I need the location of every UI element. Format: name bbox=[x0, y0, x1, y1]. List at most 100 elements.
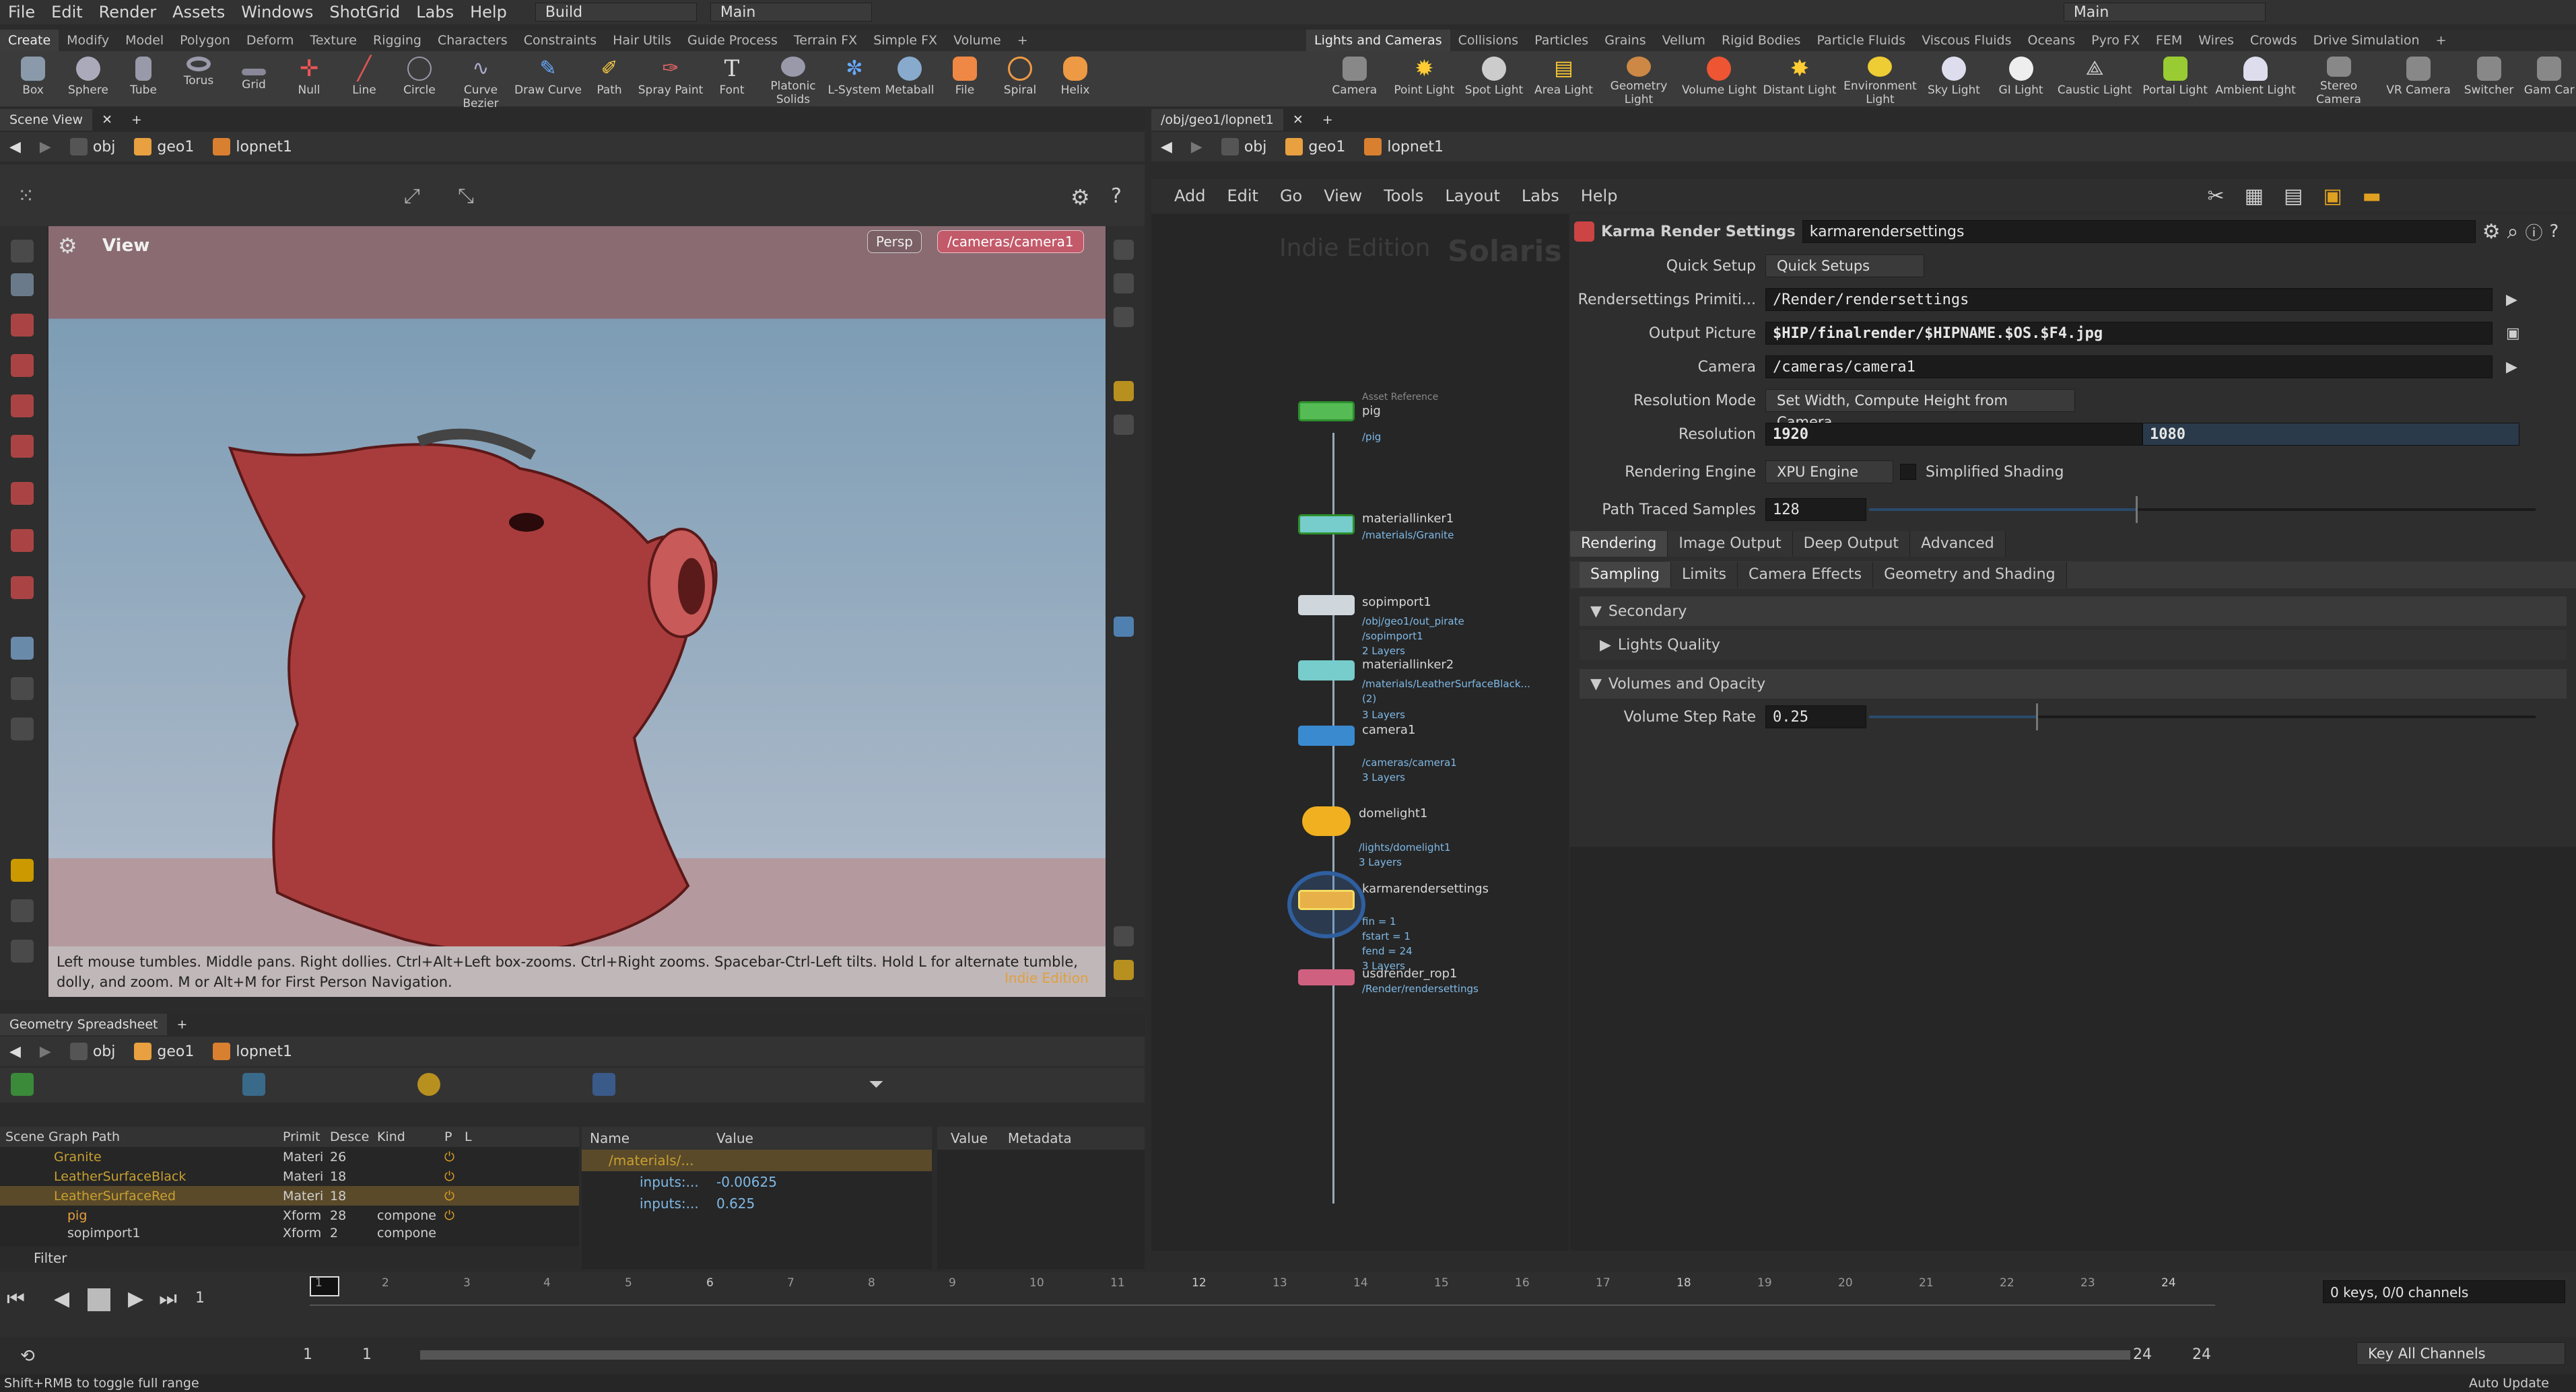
tab-network[interactable]: /obj/geo1/lopnet1 bbox=[1151, 109, 1283, 131]
rendering-engine-menu[interactable]: XPU Engine bbox=[1765, 460, 1893, 483]
sky-light-tool[interactable]: Sky Light bbox=[1920, 51, 1988, 106]
shelf-tab[interactable]: Terrain FX bbox=[786, 30, 865, 51]
range-end[interactable]: 24 bbox=[2133, 1346, 2152, 1363]
camera-menu[interactable]: /cameras/camera1 bbox=[937, 230, 1084, 253]
tab-scene-view[interactable]: Scene View bbox=[0, 109, 93, 131]
shelf-tab[interactable]: Oceans bbox=[2019, 30, 2083, 51]
shelf-tab[interactable]: Particles bbox=[1526, 30, 1596, 51]
table-row[interactable]: sopimport1 Xform 2 compone bbox=[0, 1225, 579, 1241]
folder-icon[interactable]: ▬ bbox=[2363, 184, 2381, 208]
context-selector[interactable]: Main bbox=[710, 3, 872, 22]
volume-step-rate-field[interactable]: 0.25 bbox=[1765, 705, 1866, 728]
metaball-tool[interactable]: Metaball bbox=[882, 51, 937, 106]
spot-light-tool[interactable]: Spot Light bbox=[1459, 51, 1529, 106]
network-canvas[interactable]: Indie Edition Solaris Asset Reference pi… bbox=[1151, 214, 1569, 1251]
circle-tool[interactable]: Circle bbox=[392, 51, 447, 106]
null-tool[interactable]: ✛ Null bbox=[281, 51, 337, 106]
shelf-tab[interactable]: Model bbox=[117, 30, 172, 51]
tab-deep-output[interactable]: Deep Output bbox=[1792, 531, 1911, 557]
tab-value[interactable]: Value bbox=[937, 1130, 988, 1146]
current-frame[interactable]: 1 bbox=[195, 1290, 205, 1307]
render-icon[interactable] bbox=[11, 859, 34, 882]
menu-labs[interactable]: Labs bbox=[408, 0, 462, 24]
auto-update-button[interactable]: Auto Update bbox=[2469, 1376, 2576, 1391]
path-traced-samples-slider[interactable] bbox=[1869, 496, 2536, 523]
add-tab-icon[interactable]: + bbox=[122, 109, 151, 131]
tab-sampling[interactable]: Sampling bbox=[1580, 562, 1671, 588]
range-end-2[interactable]: 24 bbox=[2192, 1346, 2211, 1363]
keys-channels-display[interactable]: 0 keys, 0/0 channels bbox=[2323, 1280, 2565, 1303]
font-tool[interactable]: T Font bbox=[704, 51, 759, 106]
shelf-tab[interactable]: Modify bbox=[59, 30, 117, 51]
col-header[interactable]: Kind bbox=[377, 1129, 444, 1144]
shelf-tab[interactable]: Hair Utils bbox=[605, 30, 679, 51]
close-icon[interactable]: ✕ bbox=[92, 109, 122, 131]
arrow-icon[interactable]: ▶ bbox=[2493, 291, 2517, 308]
power-icon[interactable]: ⏻ bbox=[444, 1169, 454, 1184]
col-header[interactable]: Name bbox=[582, 1130, 716, 1146]
list-view-icon[interactable] bbox=[592, 1073, 615, 1096]
shelf-tab[interactable]: Rigging bbox=[365, 30, 430, 51]
search-icon[interactable]: ⌕ bbox=[2507, 220, 2519, 244]
info-icon[interactable] bbox=[1114, 926, 1134, 946]
menu-windows[interactable]: Windows bbox=[233, 0, 321, 24]
path-tool[interactable]: ✐ Path bbox=[582, 51, 637, 106]
tab-advanced[interactable]: Advanced bbox=[1910, 531, 2006, 557]
stereo-camera-tool[interactable]: Stereo Camera bbox=[2296, 51, 2381, 106]
breadcrumb-geo1[interactable]: geo1 bbox=[125, 1043, 203, 1060]
tube-tool[interactable]: Tube bbox=[116, 51, 171, 106]
flipbook-icon[interactable] bbox=[11, 940, 34, 963]
add-tab-icon[interactable]: + bbox=[1313, 109, 1343, 131]
shelf-tab-create[interactable]: Create bbox=[0, 30, 59, 51]
shelf-tab[interactable]: Crowds bbox=[2242, 30, 2305, 51]
tab-limits[interactable]: Limits bbox=[1670, 562, 1738, 588]
menu-add[interactable]: Add bbox=[1151, 186, 1216, 205]
shelf-tab[interactable]: Texture bbox=[302, 30, 365, 51]
switcher-tool[interactable]: Switcher bbox=[2455, 51, 2523, 106]
headlight-icon[interactable] bbox=[1114, 381, 1134, 401]
breadcrumb-lopnet1[interactable]: lopnet1 bbox=[203, 1043, 302, 1060]
shelf-tab[interactable]: Deform bbox=[238, 30, 302, 51]
menu-shotgrid[interactable]: ShotGrid bbox=[321, 0, 408, 24]
camera-tool[interactable]: Camera bbox=[1320, 51, 1390, 106]
select-icon[interactable]: ⤢ bbox=[404, 184, 420, 208]
node-pig-box[interactable] bbox=[1298, 401, 1355, 421]
wrench-icon[interactable]: ✂ bbox=[2207, 184, 2224, 208]
node-domelight1-box[interactable] bbox=[1302, 806, 1351, 836]
play-icon[interactable]: ▶ bbox=[128, 1287, 143, 1311]
col-header[interactable]: Scene Graph Path bbox=[0, 1129, 283, 1144]
shadow-icon[interactable] bbox=[1114, 415, 1134, 435]
tab-rendering[interactable]: Rendering bbox=[1570, 531, 1668, 557]
lighting-icon[interactable] bbox=[1114, 273, 1134, 293]
shelf-tab[interactable]: Rigid Bodies bbox=[1714, 30, 1809, 51]
desktop-selector[interactable]: Build bbox=[535, 3, 697, 22]
shelf-tab[interactable]: Simple FX bbox=[865, 30, 945, 51]
power-icon[interactable]: ⏻ bbox=[444, 1208, 454, 1223]
tab-geometry-spreadsheet[interactable]: Geometry Spreadsheet bbox=[0, 1014, 168, 1035]
lock-camera-icon[interactable] bbox=[1114, 307, 1134, 327]
output-picture-field[interactable]: $HIP/finalrender/$HIPNAME.$OS.$F4.jpg bbox=[1765, 322, 2493, 345]
table-row[interactable]: /materials/... bbox=[582, 1150, 932, 1171]
layout-icon[interactable] bbox=[1114, 960, 1134, 980]
breadcrumb-lopnet1[interactable]: lopnet1 bbox=[1355, 138, 1453, 155]
node-pig[interactable]: Asset Reference pig /pig bbox=[1298, 392, 1438, 443]
lock-icon[interactable] bbox=[11, 273, 34, 296]
back-arrow-icon[interactable]: ◀ bbox=[0, 1043, 30, 1060]
torus-tool[interactable]: Torus bbox=[171, 51, 226, 106]
menu-render[interactable]: Render bbox=[91, 0, 164, 24]
view-tool-icon[interactable] bbox=[11, 637, 34, 660]
node-materiallinker1-box[interactable] bbox=[1298, 514, 1355, 534]
help-icon[interactable]: ? bbox=[2549, 221, 2558, 242]
node-domelight1[interactable]: domelight1 /lights/domelight1 3 Layers bbox=[1302, 806, 1451, 868]
menu-file[interactable]: File bbox=[0, 0, 43, 24]
breadcrumb-geo1[interactable]: geo1 bbox=[125, 138, 203, 155]
light-tool-icon[interactable] bbox=[11, 718, 34, 740]
tab-geometry-shading[interactable]: Geometry and Shading bbox=[1873, 562, 2067, 588]
resolution-width[interactable]: 1920 bbox=[1765, 423, 2142, 446]
platonic-solids-tool[interactable]: Platonic Solids bbox=[759, 51, 827, 106]
node-usdrender-rop1-box[interactable] bbox=[1298, 969, 1355, 985]
volume-step-rate-slider[interactable] bbox=[1869, 703, 2536, 730]
right-context-selector[interactable]: Main bbox=[2063, 3, 2266, 22]
resolution-height[interactable]: 1080 bbox=[2142, 423, 2519, 446]
shelf-tab[interactable]: Pyro FX bbox=[2083, 30, 2148, 51]
